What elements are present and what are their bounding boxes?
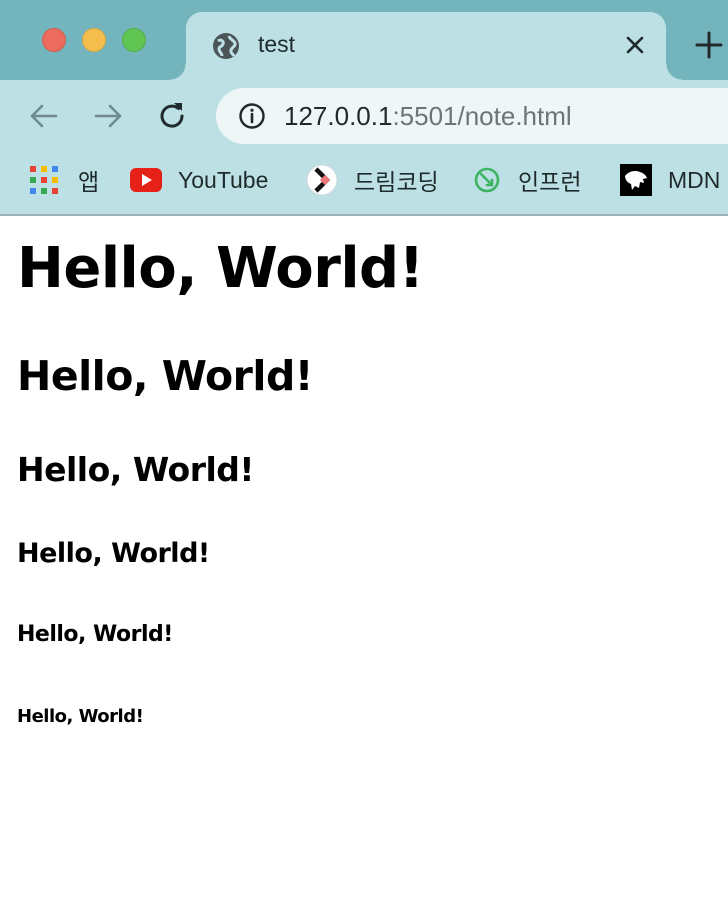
back-arrow-icon[interactable] bbox=[26, 98, 62, 134]
apps-grid-icon bbox=[30, 166, 58, 194]
inflearn-icon bbox=[474, 167, 500, 193]
heading-h5: Hello, World! bbox=[17, 622, 173, 647]
heading-h2: Hello, World! bbox=[17, 352, 314, 400]
bookmark-label: MDN bbox=[668, 166, 721, 193]
url-text[interactable]: 127.0.0.1:5501/note.html bbox=[284, 101, 572, 132]
dream-coding-icon bbox=[306, 164, 338, 196]
heading-h6: Hello, World! bbox=[17, 706, 144, 727]
mdn-icon bbox=[620, 164, 652, 196]
close-icon[interactable] bbox=[620, 30, 650, 60]
zoom-window-button[interactable] bbox=[122, 28, 146, 52]
globe-icon bbox=[213, 33, 239, 59]
info-icon[interactable] bbox=[238, 102, 266, 130]
bookmark-inflearn[interactable]: 인프런 bbox=[474, 152, 581, 208]
forward-arrow-icon[interactable] bbox=[90, 98, 126, 134]
heading-h1: Hello, World! bbox=[17, 236, 424, 301]
url-host: 127.0.0.1 bbox=[284, 101, 393, 131]
youtube-icon bbox=[130, 168, 162, 192]
tab-strip: test bbox=[0, 0, 728, 80]
heading-h3: Hello, World! bbox=[17, 450, 254, 489]
tab-title: test bbox=[258, 31, 296, 57]
close-window-button[interactable] bbox=[42, 28, 66, 52]
new-tab-icon[interactable] bbox=[694, 30, 724, 60]
minimize-window-button[interactable] bbox=[82, 28, 106, 52]
address-bar[interactable]: 127.0.0.1:5501/note.html bbox=[216, 88, 728, 144]
bookmark-label: 앱 bbox=[78, 169, 100, 195]
bookmark-label: 드림코딩 bbox=[354, 169, 439, 195]
bookmark-label: YouTube bbox=[178, 166, 269, 193]
bookmark-apps[interactable]: 앱 bbox=[30, 152, 99, 208]
reload-icon[interactable] bbox=[154, 98, 190, 134]
heading-h4: Hello, World! bbox=[17, 538, 210, 569]
bookmark-youtube[interactable]: YouTube bbox=[130, 152, 268, 208]
toolbar: 127.0.0.1:5501/note.html bbox=[0, 80, 728, 152]
page-content: Hello, World! Hello, World! Hello, World… bbox=[0, 218, 728, 908]
bookmarks-bar: 앱 YouTube 드림코딩 인프런 MDN bbox=[0, 152, 728, 216]
url-path: :5501/note.html bbox=[392, 101, 572, 131]
bookmark-label: 인프런 bbox=[518, 169, 582, 195]
bookmark-mdn[interactable]: MDN bbox=[620, 152, 720, 208]
bookmark-dream-coding[interactable]: 드림코딩 bbox=[306, 152, 439, 208]
tab-active[interactable]: test bbox=[170, 12, 682, 80]
